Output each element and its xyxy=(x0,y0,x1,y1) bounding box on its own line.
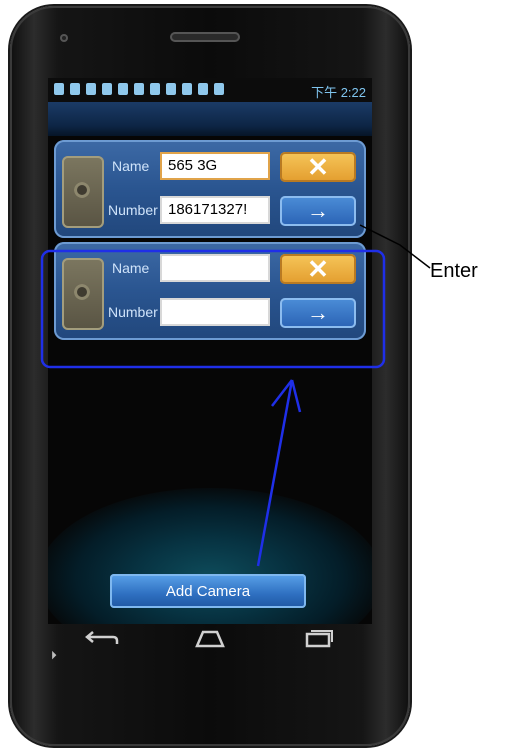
highlight-box xyxy=(40,249,386,369)
pointer-arrow-line xyxy=(256,379,294,567)
pointer-arrow-head-right xyxy=(290,379,302,413)
annotation-overlay xyxy=(40,224,431,567)
enter-callout-line xyxy=(359,224,431,269)
enter-callout-label: Enter xyxy=(430,260,478,282)
